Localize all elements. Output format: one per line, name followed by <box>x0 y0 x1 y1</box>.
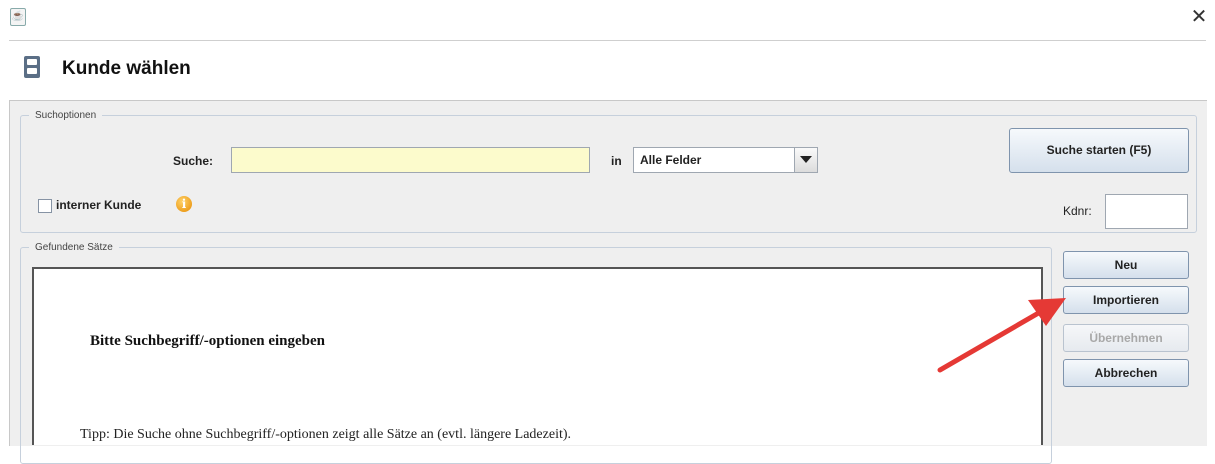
kdnr-input[interactable] <box>1105 194 1188 229</box>
results-message: Bitte Suchbegriff/-optionen eingeben <box>90 333 325 349</box>
filing-cabinet-icon <box>24 56 40 78</box>
search-options-legend: Suchoptionen <box>35 110 97 121</box>
dropdown-arrow-button[interactable] <box>794 148 817 172</box>
info-icon[interactable]: i <box>176 196 192 212</box>
results-tip: Tipp: Die Suche ohne Suchbegriff/-option… <box>80 427 572 442</box>
search-input[interactable] <box>231 147 590 173</box>
in-label: in <box>611 154 622 168</box>
cancel-button[interactable]: Abbrechen <box>1063 359 1189 387</box>
search-field-select-value: Alle Felder <box>640 153 702 167</box>
found-records-legend: Gefundene Sätze <box>35 242 113 253</box>
annotation-arrow-shaft <box>937 308 1045 373</box>
internal-customer-checkbox[interactable] <box>38 199 52 213</box>
internal-customer-label[interactable]: interner Kunde <box>56 198 141 212</box>
annotation-arrow <box>937 298 1066 373</box>
titlebar-divider <box>9 40 1206 41</box>
search-label: Suche: <box>173 154 214 168</box>
java-app-icon: ☕ <box>10 8 26 26</box>
results-panel <box>32 267 1043 445</box>
page-title: Kunde wählen <box>62 58 191 79</box>
search-start-button[interactable]: Suche starten (F5) <box>1009 128 1189 173</box>
search-field-select[interactable]: Alle Felder <box>633 147 818 173</box>
annotation-arrow-head <box>1028 298 1066 326</box>
accept-button[interactable]: Übernehmen <box>1063 324 1189 352</box>
close-icon[interactable]: ✕ <box>1188 6 1210 28</box>
import-button[interactable]: Importieren <box>1063 286 1189 314</box>
kdnr-label: Kdnr: <box>1063 204 1092 218</box>
window-titlebar <box>0 0 1215 40</box>
chevron-down-icon <box>800 156 812 163</box>
new-button[interactable]: Neu <box>1063 251 1189 279</box>
